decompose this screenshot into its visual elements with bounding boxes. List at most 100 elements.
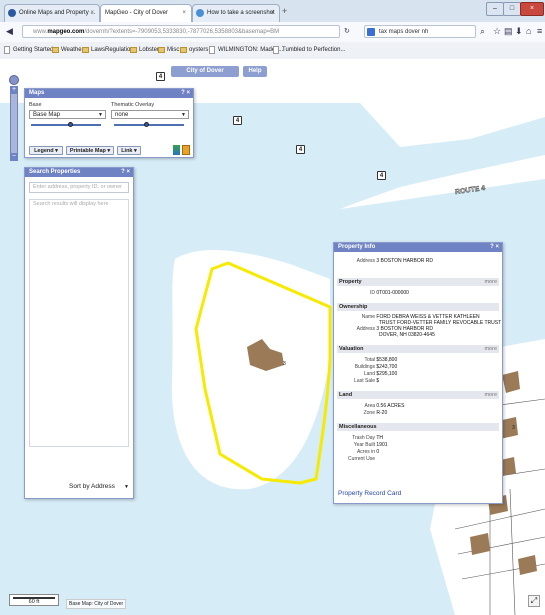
legend-button[interactable]: Legend ▾: [29, 146, 63, 155]
close-tab-icon[interactable]: ×: [90, 5, 94, 21]
section-miscellaneous[interactable]: Miscellaneous: [337, 423, 499, 431]
section-property[interactable]: Property more: [337, 278, 499, 286]
pan-control[interactable]: [9, 75, 19, 85]
owner-address-row-2: DOVER, NH 03820-4645: [379, 332, 435, 338]
base-map-select[interactable]: Base Map ▼: [29, 110, 106, 119]
field-value: $: [376, 378, 380, 384]
reload-icon[interactable]: ↻: [344, 27, 350, 35]
tab-mapgeo[interactable]: MapGeo - City of Dover ×: [100, 4, 192, 22]
more-link[interactable]: more: [484, 278, 497, 286]
fullscreen-icon[interactable]: ⤢: [528, 595, 540, 607]
panel-title: Maps: [29, 90, 45, 96]
layers-icon[interactable]: [173, 145, 180, 155]
page-icon: [196, 9, 204, 17]
download-icon[interactable]: ⬇: [515, 26, 523, 37]
tab-online-maps[interactable]: Online Maps and Property ... ×: [4, 4, 100, 22]
close-tab-icon[interactable]: ×: [182, 5, 186, 21]
url-domain: mapgeo.com: [47, 29, 85, 35]
close-window-button[interactable]: ×: [520, 2, 544, 16]
route-shield: 4: [296, 145, 305, 154]
bookmark-oysters[interactable]: oysters: [180, 45, 208, 55]
link-button[interactable]: Link ▾: [117, 146, 141, 155]
section-land[interactable]: Land more: [337, 391, 499, 399]
panel-controls[interactable]: ? ×: [181, 89, 190, 98]
page-icon: [4, 46, 10, 54]
bookmark-misc[interactable]: Misc: [158, 45, 179, 55]
url-field[interactable]: www.mapgeo.com/dovernh/?extents=-7909053…: [22, 25, 340, 38]
search-engine-icon: [367, 28, 375, 36]
bookmark-lawsregulations[interactable]: LawsRegulations: [82, 45, 137, 55]
field-value: 1901: [376, 442, 388, 448]
zoom-in-button[interactable]: +: [10, 86, 18, 94]
section-valuation[interactable]: Valuation more: [337, 345, 499, 353]
bookmark-weather[interactable]: Weather: [52, 45, 84, 55]
field-label: Buildings: [354, 364, 375, 370]
clipboard-icon[interactable]: ▤: [504, 26, 513, 37]
thematic-overlay-select[interactable]: none ▼: [111, 110, 189, 119]
star-icon[interactable]: ☆: [493, 26, 501, 37]
zone-row: Zone R-20: [342, 410, 388, 416]
field-value: $243,700: [376, 364, 398, 370]
tab-title: Online Maps and Property ...: [19, 10, 96, 16]
property-record-card-link[interactable]: Property Record Card: [338, 490, 401, 497]
overlay-opacity-slider[interactable]: [114, 124, 184, 126]
page-icon: [273, 46, 279, 54]
more-link[interactable]: more: [484, 345, 497, 353]
tab-title: How to take a screenshot: [207, 10, 275, 16]
bookmark-lobster[interactable]: Lobster: [130, 45, 159, 55]
bookmark-getting-started[interactable]: Getting Started: [4, 45, 53, 55]
section-ownership[interactable]: Ownership: [337, 303, 499, 311]
address-row: Address 3 BOSTON HARBOR RD: [342, 258, 433, 264]
back-icon[interactable]: ◀: [6, 26, 13, 37]
section-title: Valuation: [339, 346, 364, 352]
tab-screenshot[interactable]: How to take a screenshot ×: [192, 4, 280, 22]
more-link[interactable]: more: [484, 391, 497, 399]
folder-icon: [130, 47, 137, 53]
city-of-dover-button[interactable]: City of Dover: [171, 66, 239, 77]
field-label: Total: [364, 357, 375, 363]
property-search-input[interactable]: Enter address, property ID, or owner: [29, 182, 129, 193]
search-icon[interactable]: ⌕: [480, 26, 485, 37]
close-tab-icon[interactable]: ×: [270, 5, 274, 21]
route-shield: 4: [233, 116, 242, 125]
export-icon[interactable]: [182, 145, 190, 155]
slider-handle[interactable]: [67, 122, 73, 127]
field-value: DOVER, NH 03820-4645: [379, 332, 435, 338]
panel-controls[interactable]: ? ×: [490, 243, 499, 252]
panel-controls[interactable]: ? ×: [121, 168, 130, 177]
section-title: Land: [339, 392, 353, 398]
page-icon: [209, 46, 215, 54]
menu-icon[interactable]: ≡: [537, 26, 542, 36]
maximize-button[interactable]: □: [503, 2, 521, 16]
bookmark-label: Misc: [167, 47, 180, 53]
map-canvas[interactable]: 4 4 4 4 ROUTE 4 3 3 City of Dover Help +…: [0, 59, 545, 615]
folder-icon: [52, 47, 59, 53]
home-icon[interactable]: ⌂: [526, 26, 531, 36]
minimize-button[interactable]: –: [486, 2, 504, 16]
field-value: 3 BOSTON HARBOR RD: [376, 258, 433, 264]
search-results-list[interactable]: Search results will display here: [29, 199, 129, 447]
new-tab-button[interactable]: +: [282, 6, 287, 16]
tab-title: MapGeo - City of Dover: [105, 10, 169, 16]
field-value: 0T001-000000: [376, 290, 409, 296]
property-info-panel: Property Info ? × Address 3 BOSTON HARBO…: [333, 242, 503, 504]
land-value-row: Land $295,100: [342, 371, 397, 377]
base-opacity-slider[interactable]: [31, 124, 101, 126]
slider-handle[interactable]: [143, 122, 149, 127]
sort-label: Sort by: [69, 483, 90, 490]
zoom-slider[interactable]: [10, 87, 18, 159]
field-label: Address: [356, 326, 375, 332]
maps-panel: Maps ? × Base Base Map ▼ Thematic Overlay…: [24, 88, 194, 158]
bookmark-tumbled[interactable]: Tumbled to Perfection...: [273, 45, 345, 55]
scale-label: 60 ft: [28, 599, 40, 605]
zoom-out-button[interactable]: −: [10, 153, 18, 161]
globe-icon: [8, 9, 16, 17]
sort-select[interactable]: Address ▼: [91, 482, 131, 492]
printable-map-button[interactable]: Printable Map ▾: [66, 146, 114, 155]
help-button[interactable]: Help: [243, 66, 267, 77]
bookmark-label: Weather: [61, 47, 84, 53]
overlay-label: Thematic Overlay: [111, 102, 155, 108]
field-value: $538,800: [376, 357, 398, 363]
trash-day-row: Trash Day TH: [342, 435, 383, 441]
search-field[interactable]: tax maps dover nh: [364, 25, 476, 38]
